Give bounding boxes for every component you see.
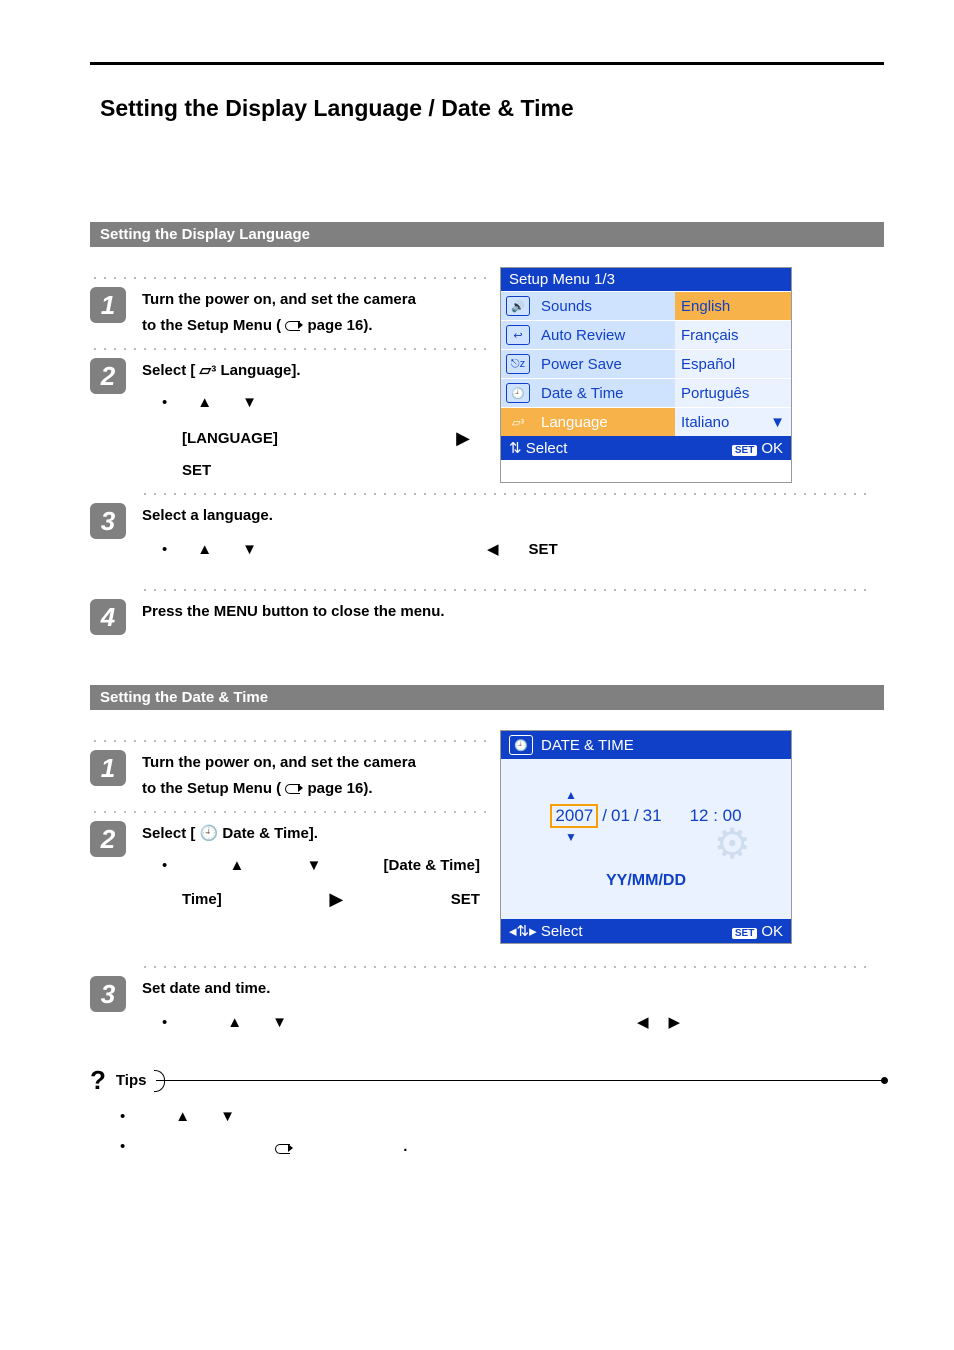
right-arrow-icon: ▶ <box>669 1010 681 1036</box>
up-arrow-icon: ▲ <box>227 1010 242 1036</box>
nav-arrows-icon: ◂⇅▸ <box>509 923 537 940</box>
step-1b: 1 Turn the power on, and set the camera … <box>90 750 490 801</box>
menu-powersave[interactable]: Power Save <box>535 349 675 378</box>
down-arrow-icon: ▼ <box>242 537 257 563</box>
up-arrow-icon: ▲ <box>565 788 577 802</box>
page-title: Setting the Display Language / Date & Ti… <box>100 95 884 122</box>
year-field[interactable]: 2007 <box>550 804 598 828</box>
up-arrow-icon: ▲ <box>197 390 212 416</box>
step1b-line1: Turn the power on, and set the camera <box>142 754 416 771</box>
step1-line2b: page 16). <box>308 317 373 334</box>
gear-bg-icon: ⚙ <box>713 819 751 868</box>
date-sep: / <box>602 806 607 826</box>
page-ref-icon <box>275 1141 293 1153</box>
lang-francais[interactable]: Français <box>675 320 791 349</box>
menu-language[interactable]: Language <box>535 407 675 436</box>
language-label: [LANGUAGE] <box>182 426 278 452</box>
step-2b: 2 Select [ 🕘 Date & Time]. • ▲ ▼ [Date &… <box>90 821 490 915</box>
more-down-icon: ▼ <box>770 414 785 431</box>
updown-icon: ⇅ <box>509 440 522 457</box>
step-3b: 3 Set date and time. • ▲ ▼ ◀ ▶ <box>90 976 884 1035</box>
datetime-label: [Date & Time] <box>384 853 480 879</box>
bullet: • <box>120 1102 125 1132</box>
menu-sounds[interactable]: Sounds <box>535 291 675 320</box>
language-icon: ▱ᵌ <box>506 412 530 432</box>
month-field[interactable]: 01 <box>611 806 630 826</box>
left-arrow-icon: ◀ <box>637 1010 649 1036</box>
page-ref-icon <box>285 781 303 793</box>
date-sep: / <box>634 806 639 826</box>
period: . <box>403 1132 407 1162</box>
datetime-screen: 🕘 DATE & TIME ⚙ ▲ 2007 / 01 / 31 12 : 00… <box>500 730 792 944</box>
tips-label: Tips <box>116 1072 147 1089</box>
down-arrow-icon: ▼ <box>272 1010 287 1036</box>
step1-line1: Turn the power on, and set the camera <box>142 291 416 308</box>
set-badge-icon: SET <box>732 928 757 939</box>
up-arrow-icon: ▲ <box>175 1102 190 1132</box>
screen-title: Setup Menu 1/3 <box>501 268 791 291</box>
step-4: 4 Press the MENU button to close the men… <box>90 599 884 635</box>
page-ref-icon <box>285 318 303 330</box>
set-badge-icon: SET <box>732 445 757 456</box>
down-arrow-icon: ▼ <box>565 830 577 844</box>
step-number: 3 <box>90 503 126 539</box>
bullet: • <box>162 390 167 416</box>
step1-line2a: to the Setup Menu ( <box>142 317 281 334</box>
section-heading-language: Setting the Display Language <box>90 222 884 247</box>
datetime-icon: 🕘 <box>506 383 530 403</box>
bullet: • <box>162 853 167 879</box>
footer-select: Select <box>526 440 568 457</box>
section-heading-datetime: Setting the Date & Time <box>90 685 884 710</box>
lang-english[interactable]: English <box>675 291 791 320</box>
lang-italiano[interactable]: Italiano <box>681 414 729 431</box>
step-2: 2 Select [ ▱ᵌ Language]. • ▲ ▼ [LANGUAGE… <box>90 358 490 483</box>
bullet: • <box>120 1132 125 1162</box>
language-glyph-icon: ▱ᵌ <box>200 362 217 379</box>
footer-ok: OK <box>761 440 783 457</box>
menu-autoreview[interactable]: Auto Review <box>535 320 675 349</box>
clock-glyph-icon: 🕘 <box>200 825 219 842</box>
set-label: SET <box>529 537 558 563</box>
step-number: 2 <box>90 821 126 857</box>
step3-text: Select a language. <box>142 507 273 524</box>
down-arrow-icon: ▼ <box>307 853 322 879</box>
set-label: SET <box>451 887 480 913</box>
powersave-icon: ⎋z <box>506 354 530 374</box>
date-format: YY/MM/DD <box>606 872 686 890</box>
step-number: 3 <box>90 976 126 1012</box>
tips-header: ? Tips <box>90 1065 884 1096</box>
tips-body: • ▲ ▼ • . <box>120 1102 884 1162</box>
clock-icon: 🕘 <box>509 735 533 755</box>
set-label: SET <box>182 462 211 479</box>
step-number: 2 <box>90 358 126 394</box>
setup-menu-screen: Setup Menu 1/3 🔊 Sounds English ↩ Auto R… <box>500 267 792 483</box>
menu-datetime[interactable]: Date & Time <box>535 378 675 407</box>
step3b-text: Set date and time. <box>142 980 270 997</box>
up-arrow-icon: ▲ <box>197 537 212 563</box>
lang-portugues[interactable]: Português <box>675 378 791 407</box>
bullet: • <box>162 537 167 563</box>
time-label: Time] <box>182 887 222 913</box>
step4-text: Press the MENU button to close the menu. <box>142 603 445 620</box>
down-arrow-icon: ▼ <box>220 1102 235 1132</box>
tips-icon: ? <box>90 1065 106 1096</box>
lang-espanol[interactable]: Español <box>675 349 791 378</box>
step-1: 1 Turn the power on, and set the camera … <box>90 287 490 338</box>
sounds-icon: 🔊 <box>506 296 530 316</box>
autoreview-icon: ↩ <box>506 325 530 345</box>
up-arrow-icon: ▲ <box>229 853 244 879</box>
down-arrow-icon: ▼ <box>242 390 257 416</box>
play-icon: ▶ <box>456 423 470 454</box>
step-number: 1 <box>90 750 126 786</box>
day-field[interactable]: 31 <box>643 806 662 826</box>
play-icon: ▶ <box>329 884 343 915</box>
screen2-title: DATE & TIME <box>541 737 634 754</box>
bullet: • <box>162 1010 167 1036</box>
step-number: 4 <box>90 599 126 635</box>
left-arrow-icon: ◀ <box>487 537 499 563</box>
step-3: 3 Select a language. • ▲ ▼ ◀ SET <box>90 503 884 562</box>
footer-ok: OK <box>761 923 783 940</box>
footer-select: Select <box>541 923 583 940</box>
step-number: 1 <box>90 287 126 323</box>
